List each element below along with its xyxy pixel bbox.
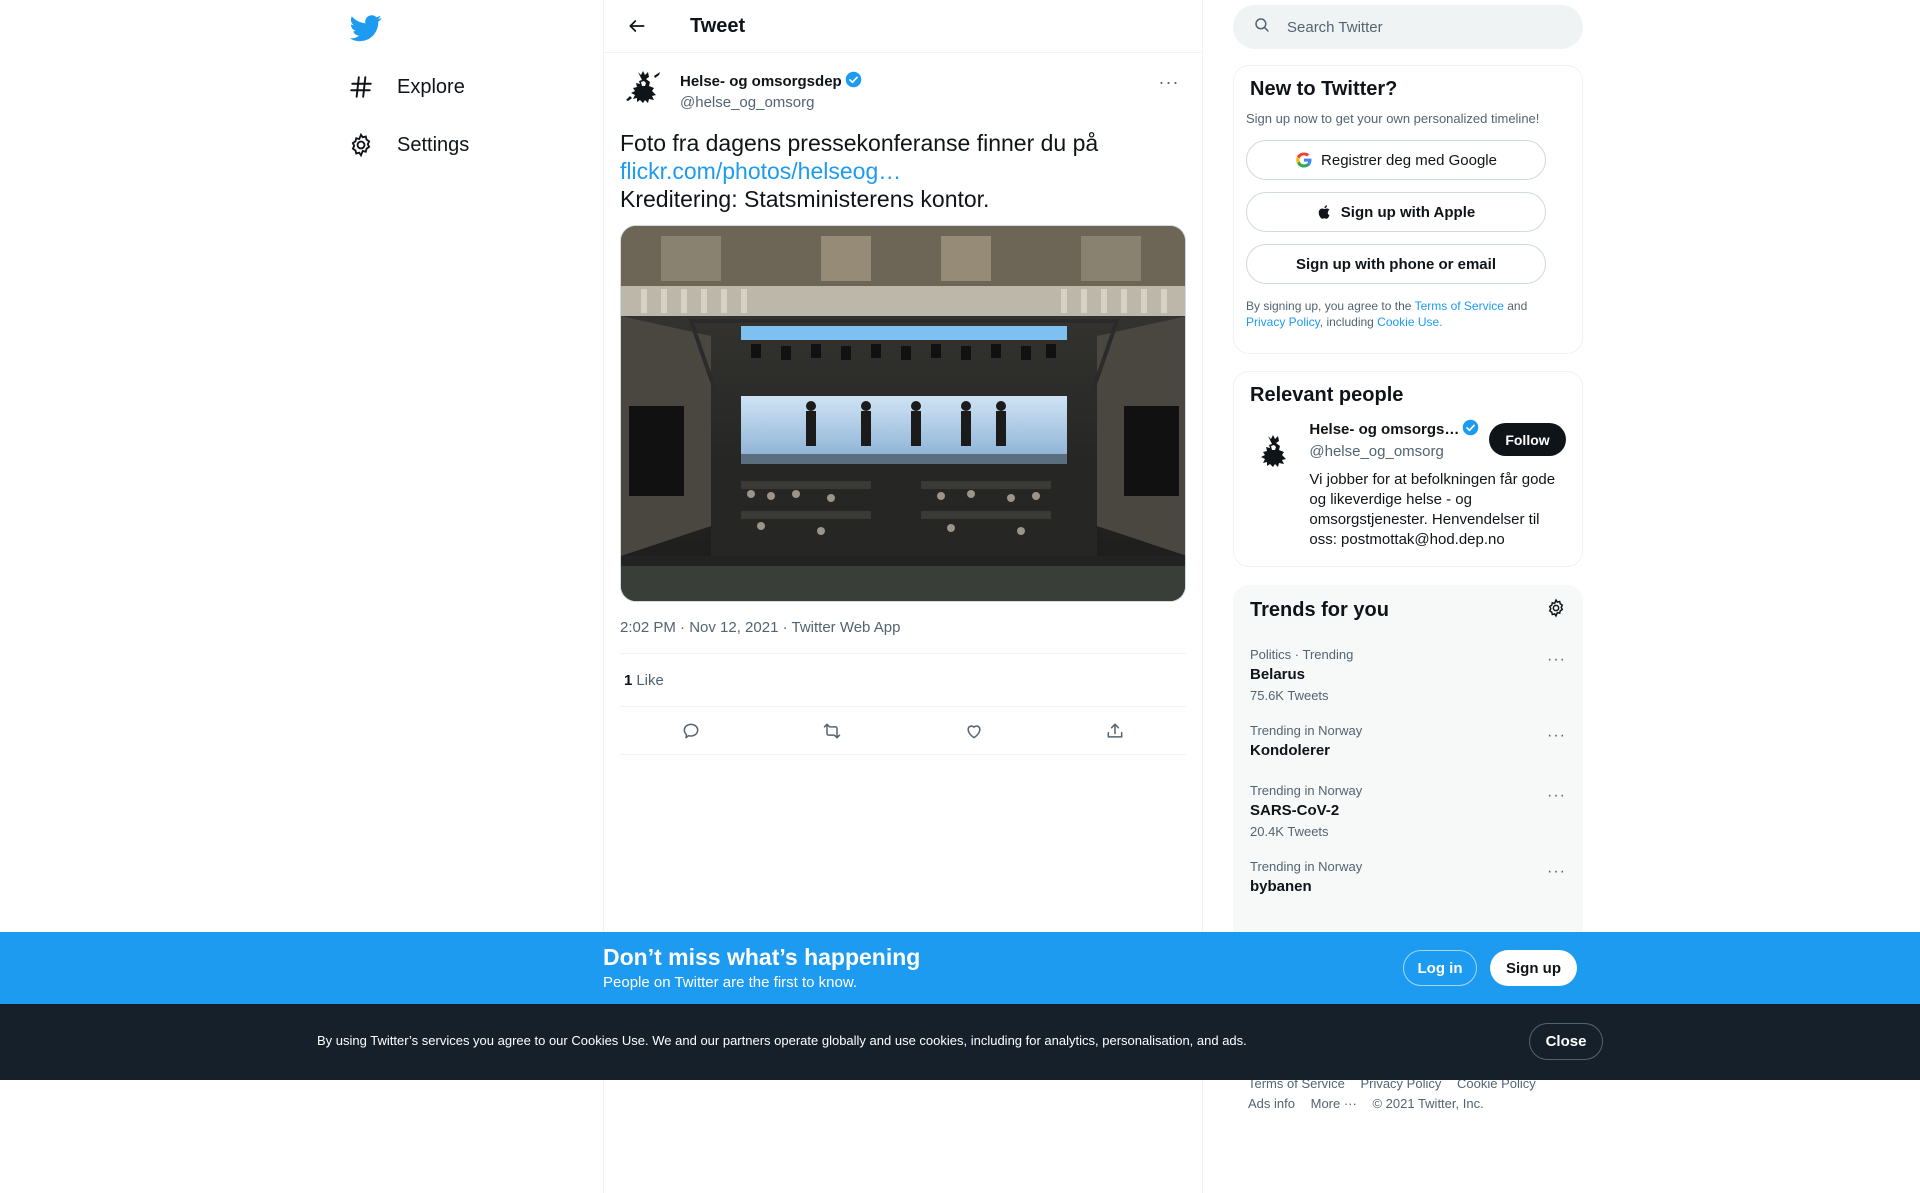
signup-subtitle: Sign up now to get your own personalized… <box>1246 111 1540 126</box>
login-button[interactable]: Log in <box>1403 950 1477 986</box>
legal-text: and <box>1503 299 1528 313</box>
lion-crest-icon <box>626 71 660 103</box>
trends-title: Trends for you <box>1250 599 1389 621</box>
terms-link[interactable]: Terms of Service <box>1415 299 1504 313</box>
privacy-link[interactable]: Privacy Policy <box>1246 315 1320 329</box>
phone-email-signup-label: Sign up with phone or email <box>1295 255 1496 273</box>
google-icon <box>1295 151 1313 169</box>
footer-copyright: © 2021 Twitter, Inc. <box>1372 1096 1484 1111</box>
trend-count: 75.6K Tweets <box>1250 688 1329 703</box>
footer-links: Terms of Service Privacy Policy Cookie P… <box>1248 1074 1548 1114</box>
search-icon <box>1253 16 1271 39</box>
author-name[interactable]: Helse- og omsorgsdep <box>680 71 862 92</box>
banner-title: Don’t miss what’s happening <box>603 944 921 970</box>
tweet-text: Foto fra dagens pressekonferanse finner … <box>620 129 1186 213</box>
tweet-text-line: Kreditering: Statsministerens kontor. <box>620 186 990 212</box>
person-name-text: Helse- og omsorgs… <box>1309 421 1460 438</box>
legal-text: By signing up, you agree to the <box>1246 299 1415 313</box>
reply-icon[interactable] <box>674 714 708 748</box>
like-count-number: 1 <box>624 671 633 689</box>
nav-item-explore[interactable]: Explore <box>346 60 465 114</box>
trend-context: Trending in Norway <box>1250 859 1363 874</box>
footer-more-link[interactable]: More ··· <box>1311 1096 1357 1111</box>
more-options-icon[interactable]: ··· <box>1547 787 1566 805</box>
more-options-icon[interactable]: ··· <box>1152 65 1186 99</box>
cookie-close-button[interactable]: Close <box>1529 1023 1603 1060</box>
avatar[interactable] <box>1250 429 1297 477</box>
press-conference-photo <box>621 226 1185 601</box>
cookie-use-link[interactable]: Cookie Use. <box>1377 315 1442 329</box>
trends-card: Trends for you Politics · Trending Belar… <box>1233 585 1583 945</box>
google-signup-button[interactable]: Registrer deg med Google <box>1246 140 1546 180</box>
author-name-text: Helse- og omsorgsdep <box>680 73 842 90</box>
twitter-logo-icon[interactable] <box>349 12 382 44</box>
signup-title: New to Twitter? <box>1250 78 1398 100</box>
more-options-icon[interactable]: ··· <box>1547 651 1566 669</box>
search-box[interactable]: Search Twitter <box>1233 5 1583 49</box>
footer-ads-link[interactable]: Ads info <box>1248 1096 1295 1111</box>
verified-badge-icon <box>1462 419 1479 440</box>
relevant-people-card: Relevant people Helse- og omsorgs… @hels… <box>1233 371 1583 567</box>
author-handle[interactable]: @helse_og_omsorg <box>680 94 862 111</box>
nav-item-settings[interactable]: Settings <box>346 118 469 172</box>
tweet-photo[interactable] <box>620 225 1186 602</box>
tweet-meta: 2:02 PM · Nov 12, 2021 · Twitter Web App <box>620 619 1186 654</box>
page-title: Tweet <box>690 14 746 37</box>
tweet: Helse- og omsorgsdep @helse_og_omsorg ··… <box>604 65 1202 755</box>
signup-button[interactable]: Sign up <box>1490 950 1577 986</box>
retweet-icon[interactable] <box>815 714 849 748</box>
share-icon[interactable] <box>1098 714 1132 748</box>
page-header: Tweet <box>604 0 1202 53</box>
trend-item[interactable]: Politics · Trending Belarus 75.6K Tweets… <box>1234 647 1582 703</box>
legal-text: , including <box>1319 315 1378 329</box>
person-item[interactable]: Helse- og omsorgs… @helse_og_omsorg Vi j… <box>1234 407 1582 550</box>
login-banner <box>0 932 1920 1004</box>
trend-context: Trending in Norway <box>1250 723 1363 738</box>
more-options-icon[interactable]: ··· <box>1547 727 1566 745</box>
trend-item[interactable]: Trending in Norway Kondolerer ··· <box>1234 723 1582 759</box>
apple-signup-label: Sign up with Apple <box>1340 203 1476 221</box>
trend-item[interactable]: Trending in Norway bybanen ··· <box>1234 859 1582 895</box>
tweet-text-line: Foto fra dagens pressekonferanse finner … <box>620 130 1099 156</box>
like-count[interactable]: 1 Like <box>620 654 1186 707</box>
lion-crest-icon <box>1260 435 1286 467</box>
avatar[interactable] <box>620 65 668 113</box>
search-input[interactable]: Search Twitter <box>1287 19 1383 36</box>
gear-icon <box>346 130 376 160</box>
trend-item[interactable]: Trending in Norway SARS-CoV-2 20.4K Twee… <box>1234 783 1582 839</box>
apple-icon <box>1317 203 1333 221</box>
trend-name: Kondolerer <box>1250 742 1331 759</box>
more-options-icon[interactable]: ··· <box>1547 863 1566 881</box>
nav-item-label: Settings <box>397 133 470 156</box>
signup-card: New to Twitter? Sign up now to get your … <box>1233 65 1583 354</box>
follow-button[interactable]: Follow <box>1489 423 1566 456</box>
relevant-people-title: Relevant people <box>1250 384 1404 406</box>
google-signup-label: Registrer deg med Google <box>1321 151 1497 169</box>
apple-signup-button[interactable]: Sign up with Apple <box>1246 192 1546 232</box>
trend-context: Trending in Norway <box>1250 783 1363 798</box>
tweet-author: Helse- og omsorgsdep @helse_og_omsorg ··… <box>620 65 1186 117</box>
like-count-label: Like <box>636 671 664 689</box>
tweet-link[interactable]: flickr.com/photos/helseog… <box>620 157 1186 185</box>
trend-name: SARS-CoV-2 <box>1250 802 1340 819</box>
like-heart-icon[interactable] <box>957 714 991 748</box>
verified-badge-icon <box>845 71 862 92</box>
gear-icon[interactable] <box>1546 598 1566 623</box>
hashtag-icon <box>346 72 376 102</box>
tweet-actions <box>620 707 1186 755</box>
person-bio: Vi jobber for at befolkningen får gode o… <box>1309 471 1556 548</box>
trend-name: bybanen <box>1250 878 1312 895</box>
nav-item-label: Explore <box>397 75 465 98</box>
trend-count: 20.4K Tweets <box>1250 824 1329 839</box>
banner-subtitle: People on Twitter are the first to know. <box>603 974 858 991</box>
cookie-text: By using Twitter’s services you agree to… <box>317 1033 1247 1048</box>
trend-name: Belarus <box>1250 666 1306 683</box>
back-arrow-icon[interactable] <box>620 9 654 43</box>
trend-context: Politics · Trending <box>1250 647 1354 662</box>
phone-email-signup-button[interactable]: Sign up with phone or email <box>1246 244 1546 284</box>
signup-legal: By signing up, you agree to the Terms of… <box>1234 284 1582 330</box>
